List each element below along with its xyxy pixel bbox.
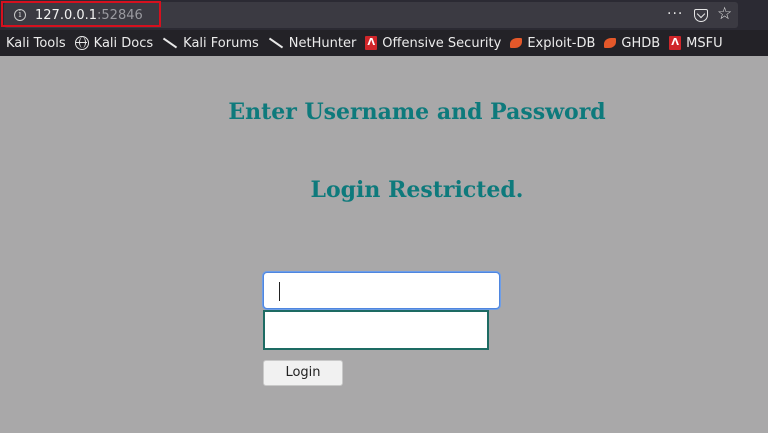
url-highlight-box xyxy=(1,1,161,27)
password-input[interactable] xyxy=(263,310,489,350)
bookmark-label: NetHunter xyxy=(288,35,357,51)
globe-icon xyxy=(74,36,89,50)
page-heading: Enter Username and Password xyxy=(228,99,606,125)
offsec-icon: Ʌ xyxy=(669,36,682,50)
bookmark-label: Kali Tools xyxy=(6,35,66,51)
bookmark-label: MSFU xyxy=(686,35,723,51)
bookmark-kali-tools[interactable]: Kali Tools xyxy=(6,36,66,51)
bookmark-kali-docs[interactable]: Kali Docs xyxy=(74,35,154,51)
bookmark-kali-forums[interactable]: Kali Forums xyxy=(162,36,259,51)
bookmark-label: Kali Docs xyxy=(93,35,154,51)
kali-dragon-icon xyxy=(162,37,178,49)
username-input[interactable] xyxy=(263,272,500,309)
bookmark-exploit-db[interactable]: Exploit-DB xyxy=(510,36,595,51)
exploit-db-icon xyxy=(510,38,523,48)
bookmark-ghdb[interactable]: GHDB xyxy=(604,36,660,51)
browser-toolbar: i 127.0.0.1:52846 ··· ☆ xyxy=(0,0,768,30)
bookmark-star-icon[interactable]: ☆ xyxy=(717,4,732,24)
exploit-db-icon xyxy=(604,38,617,48)
text-caret xyxy=(279,282,280,301)
kali-dragon-icon xyxy=(268,37,284,49)
bookmark-nethunter[interactable]: NetHunter xyxy=(268,36,357,51)
bookmarks-toolbar: Kali Tools Kali Docs Kali Forums NetHunt… xyxy=(0,30,768,56)
pocket-icon[interactable] xyxy=(694,9,708,22)
bookmark-label: Exploit-DB xyxy=(527,35,596,51)
bookmark-label: GHDB xyxy=(621,35,661,51)
login-restricted-heading: Login Restricted. xyxy=(310,177,524,203)
bookmark-label: Kali Forums xyxy=(183,35,259,51)
offsec-icon: Ʌ xyxy=(365,36,378,50)
login-button[interactable]: Login xyxy=(263,360,343,386)
bookmark-offensive-security[interactable]: Ʌ Offensive Security xyxy=(365,36,501,51)
bookmark-label: Offensive Security xyxy=(382,35,502,51)
bookmark-msfu[interactable]: Ʌ MSFU xyxy=(669,35,723,51)
page-actions-menu-icon[interactable]: ··· xyxy=(667,6,683,22)
